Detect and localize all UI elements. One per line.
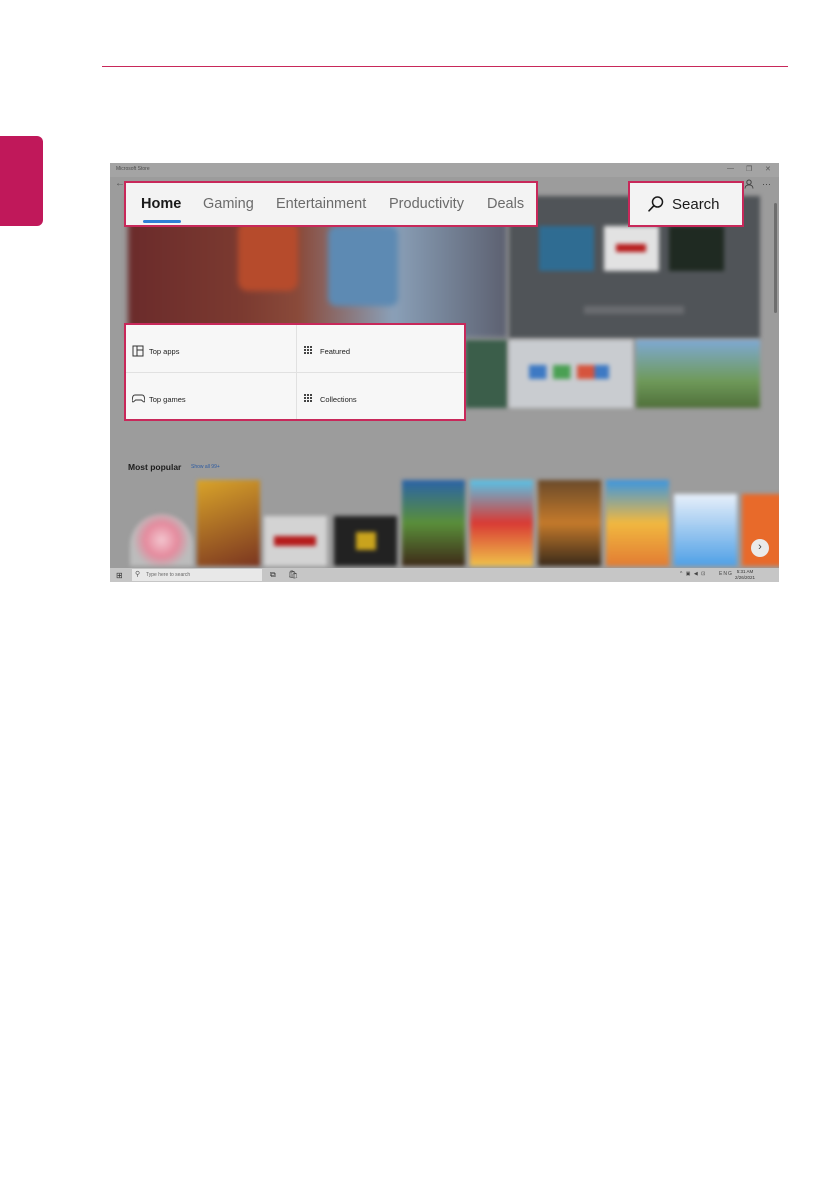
- system-tray-icons[interactable]: ^ ▣ ◀ ⊡: [680, 571, 706, 577]
- top-apps-button[interactable]: Top apps: [129, 342, 289, 362]
- collections-button[interactable]: Collections: [300, 390, 460, 410]
- scrollbar[interactable]: [774, 203, 777, 313]
- tab-gaming[interactable]: Gaming: [203, 196, 254, 212]
- top-apps-label: Top apps: [149, 347, 180, 356]
- window-title: Microsoft Store: [116, 166, 150, 172]
- game-controller-icon: [132, 394, 145, 403]
- clock-date: 2/26/2021: [735, 575, 756, 580]
- page-rule: [102, 66, 788, 67]
- app-tile[interactable]: [470, 480, 533, 566]
- search-icon: ⚲: [135, 571, 141, 578]
- maximize-button[interactable]: ❐: [746, 165, 752, 173]
- category-nav-bar: Home Gaming Entertainment Productivity D…: [124, 181, 538, 227]
- app-tile[interactable]: [197, 480, 260, 566]
- promo-tile[interactable]: [509, 340, 633, 408]
- minimize-button[interactable]: —: [727, 165, 734, 172]
- most-popular-heading: Most popular: [128, 462, 182, 472]
- top-games-button[interactable]: Top games: [129, 390, 289, 410]
- tab-deals[interactable]: Deals: [487, 196, 524, 212]
- title-bar: Microsoft Store — ❐ ✕: [110, 163, 779, 177]
- app-tile[interactable]: [606, 480, 669, 566]
- promo-tile[interactable]: [636, 340, 760, 408]
- chapter-tab: [0, 136, 43, 226]
- featured-button[interactable]: Featured: [300, 342, 460, 362]
- carousel-next-button[interactable]: ›: [751, 539, 769, 557]
- task-view-icon[interactable]: ⧉: [270, 570, 276, 580]
- tab-productivity[interactable]: Productivity: [389, 196, 464, 212]
- grid-icon: [304, 394, 312, 402]
- tab-entertainment[interactable]: Entertainment: [276, 196, 366, 212]
- app-tile[interactable]: [334, 516, 397, 566]
- language-indicator[interactable]: ENG: [719, 571, 733, 577]
- show-all-link[interactable]: Show all 99+: [191, 464, 220, 470]
- app-tile[interactable]: [264, 516, 327, 566]
- app-tile[interactable]: [130, 514, 193, 566]
- collections-label: Collections: [320, 395, 357, 404]
- apps-icon: [132, 345, 144, 357]
- app-tile[interactable]: [538, 480, 601, 566]
- app-tile[interactable]: [674, 494, 737, 566]
- store-bag-icon[interactable]: 🛍: [288, 570, 298, 579]
- category-shortcuts-panel: Top apps Featured Top games Collections: [124, 323, 466, 421]
- close-button[interactable]: ✕: [765, 165, 771, 173]
- windows-start-icon[interactable]: ⊞: [116, 571, 123, 580]
- divider: [126, 372, 464, 373]
- tab-home[interactable]: Home: [141, 196, 181, 212]
- more-options-icon[interactable]: ⋯: [762, 179, 771, 190]
- most-popular-row: [130, 480, 779, 566]
- person-icon[interactable]: [744, 179, 754, 191]
- featured-label: Featured: [320, 347, 351, 356]
- top-games-label: Top games: [149, 395, 186, 404]
- search-button[interactable]: Search: [628, 181, 744, 227]
- taskbar: ⊞ ⚲ Type here to search ⧉ 🛍 ^ ▣ ◀ ⊡ ENG …: [110, 568, 779, 582]
- search-icon: [648, 196, 664, 212]
- app-tile[interactable]: [402, 480, 465, 566]
- active-tab-indicator: [143, 220, 181, 223]
- grid-icon: [304, 346, 312, 354]
- promo-tile[interactable]: [465, 340, 507, 408]
- taskbar-search-input[interactable]: ⚲ Type here to search: [132, 569, 262, 581]
- taskbar-clock[interactable]: 5:31 AM 2/26/2021: [735, 569, 755, 581]
- taskbar-search-placeholder: Type here to search: [146, 572, 191, 578]
- search-label: Search: [672, 196, 720, 213]
